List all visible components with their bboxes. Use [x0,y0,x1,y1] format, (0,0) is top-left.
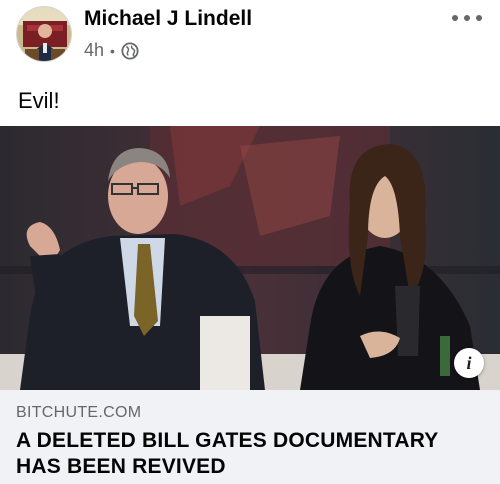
post-meta: 4h • [84,40,139,61]
meta-separator: • [110,42,115,59]
more-dot [476,15,482,21]
avatar[interactable] [16,6,72,62]
link-domain: BITCHUTE.COM [16,404,142,421]
post-header: Michael J Lindell 4h • [0,0,500,72]
globe-icon[interactable] [121,41,139,60]
link-headline[interactable]: A DELETED BILL GATES DOCUMENTARY HAS BEE… [16,428,486,480]
more-dot [452,15,458,21]
link-preview-image[interactable]: i [0,126,500,390]
link-preview-caption[interactable]: BITCHUTE.COM A DELETED BILL GATES DOCUME… [0,390,500,484]
more-dot [464,15,470,21]
author-name[interactable]: Michael J Lindell [84,7,252,31]
more-options-icon[interactable] [452,10,482,26]
post-time[interactable]: 4h [84,40,104,61]
video-still-photo [0,126,500,390]
post-text: Evil! [18,88,60,113]
info-icon[interactable]: i [454,348,484,378]
